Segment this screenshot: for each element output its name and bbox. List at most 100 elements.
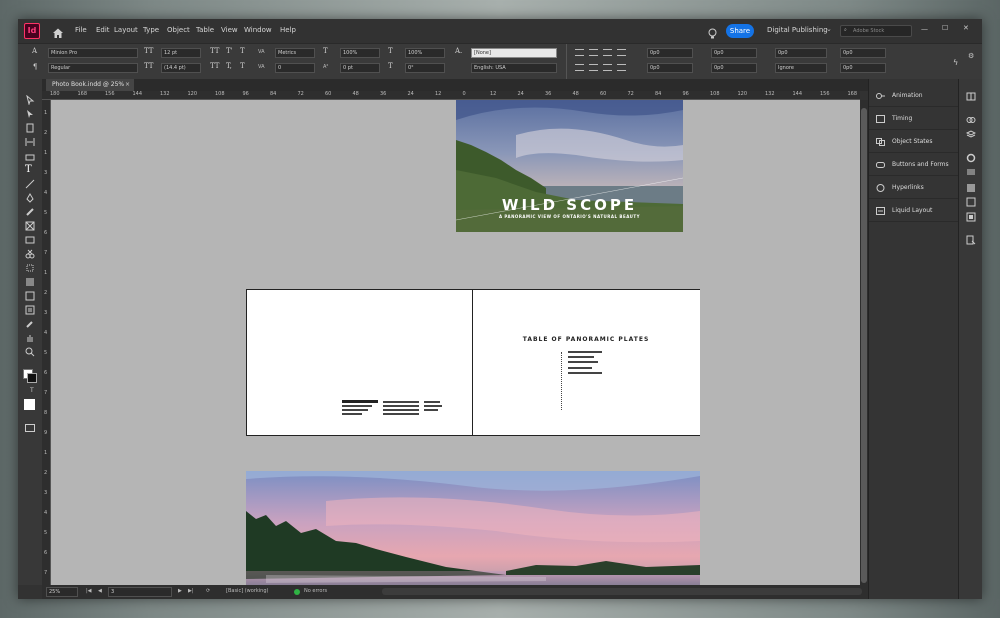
preflight-status[interactable]: No errors xyxy=(304,588,327,594)
page-number-field[interactable]: 3 xyxy=(108,587,172,597)
pen-tool-icon[interactable] xyxy=(25,193,35,203)
menu-edit[interactable]: Edit xyxy=(96,26,110,34)
lightbulb-icon[interactable] xyxy=(708,25,717,39)
align-towards-spine-button[interactable] xyxy=(617,49,626,56)
kerning-field[interactable]: Metrics xyxy=(275,48,315,58)
right-indent-field[interactable]: 0p0 xyxy=(711,48,757,58)
document-tab[interactable]: Photo Book.indd @ 25% × xyxy=(46,79,134,91)
apply-color-swatch[interactable] xyxy=(24,399,35,410)
gradient-icon[interactable] xyxy=(966,183,976,193)
selection-tool-icon[interactable] xyxy=(25,95,35,105)
first-page-button[interactable]: |◀ xyxy=(86,588,92,594)
workspace-switcher[interactable]: Digital Publishing xyxy=(767,26,828,34)
subscript-button[interactable]: T, xyxy=(226,62,232,70)
layers-icon[interactable] xyxy=(966,129,976,139)
rectangle-tool-icon[interactable] xyxy=(25,235,35,245)
stroke-swatch[interactable] xyxy=(27,373,37,383)
maximize-button[interactable]: ☐ xyxy=(942,24,948,32)
vertical-scale-field[interactable]: 100% xyxy=(340,48,380,58)
hand-tool-icon[interactable] xyxy=(25,333,35,343)
tracking-field[interactable]: 0 xyxy=(275,63,315,73)
menu-table[interactable]: Table xyxy=(196,26,214,34)
align-center-button[interactable] xyxy=(589,49,598,56)
chevron-down-icon[interactable]: ⌄ xyxy=(826,25,832,33)
font-family-select[interactable]: Minion Pro xyxy=(48,48,138,58)
close-tab-icon[interactable]: × xyxy=(125,79,130,91)
align-right-button[interactable] xyxy=(603,49,612,56)
rectangle-frame-tool-icon[interactable] xyxy=(25,221,35,231)
pasteboard[interactable]: WILD SCOPE A PANORAMIC VIEW OF ONTARIO'S… xyxy=(51,100,860,585)
free-transform-tool-icon[interactable] xyxy=(25,263,35,273)
menu-window[interactable]: Window xyxy=(244,26,272,34)
panel-buttons-and-forms[interactable]: Buttons and Forms xyxy=(869,154,959,176)
skew-field[interactable]: 0° xyxy=(405,63,445,73)
minimize-button[interactable]: — xyxy=(921,25,928,33)
language-select[interactable]: English: USA xyxy=(471,63,557,73)
justify-center-button[interactable] xyxy=(589,64,598,71)
page-tool-icon[interactable] xyxy=(25,123,35,133)
home-icon[interactable] xyxy=(52,24,64,38)
font-size-field[interactable]: 12 pt xyxy=(161,48,201,58)
line-tool-icon[interactable] xyxy=(25,179,35,189)
menu-file[interactable]: File xyxy=(75,26,87,34)
last-page-button[interactable]: ▶| xyxy=(188,588,194,594)
previous-page-button[interactable]: ◀ xyxy=(98,588,102,594)
drop-cap-lines-field[interactable]: 0p0 xyxy=(840,48,886,58)
vertical-scrollbar[interactable] xyxy=(860,100,868,585)
hyphenation-select[interactable]: Ignore xyxy=(775,63,827,73)
cover-page[interactable]: WILD SCOPE A PANORAMIC VIEW OF ONTARIO'S… xyxy=(456,100,683,232)
font-style-select[interactable]: Regular xyxy=(48,63,138,73)
menu-layout[interactable]: Layout xyxy=(114,26,138,34)
justify-left-button[interactable] xyxy=(575,64,584,71)
preflight-profile[interactable]: [Basic] (working) xyxy=(226,588,268,594)
screen-mode-icon[interactable] xyxy=(25,424,35,432)
left-indent-field[interactable]: 0p0 xyxy=(647,48,693,58)
pages-icon[interactable] xyxy=(966,91,976,101)
menu-type[interactable]: Type xyxy=(143,26,159,34)
strikethrough-button[interactable]: T xyxy=(240,62,245,70)
vertical-scroll-thumb[interactable] xyxy=(861,108,867,583)
share-button[interactable]: Share xyxy=(726,24,754,38)
justify-right-button[interactable] xyxy=(603,64,612,71)
horizontal-ruler[interactable]: 180 168 156 144 132 120 108 96 84 72 60 48 36 24 12 0 12… xyxy=(42,91,860,100)
menu-view[interactable]: View xyxy=(221,26,238,34)
vertical-ruler[interactable]: 1 2 1 3 4 5 6 7 1 2 3 4 5 6 7 8 9 1 2 3 4 5 6 7 xyxy=(42,100,51,585)
panel-hyperlinks[interactable]: Hyperlinks xyxy=(869,177,959,199)
horizontal-scrollbar[interactable] xyxy=(382,588,862,595)
close-window-button[interactable]: ✕ xyxy=(963,24,969,32)
align-left-button[interactable] xyxy=(575,49,584,56)
first-line-indent-field[interactable]: 0p0 xyxy=(647,63,693,73)
paragraph-styles-icon[interactable] xyxy=(966,235,976,245)
note-tool-icon[interactable] xyxy=(25,305,35,315)
underline-button[interactable]: T xyxy=(240,47,245,55)
paragraph-mode-button[interactable]: ¶ xyxy=(33,63,37,71)
panel-object-states[interactable]: Object States xyxy=(869,131,959,153)
drop-cap-chars-field[interactable]: 0p0 xyxy=(840,63,886,73)
pencil-tool-icon[interactable] xyxy=(25,207,35,217)
all-caps-button[interactable]: TT xyxy=(210,47,219,55)
type-tool-icon[interactable]: T xyxy=(25,164,35,175)
space-before-field[interactable]: 0p0 xyxy=(775,48,827,58)
right-page[interactable]: TABLE OF PANORAMIC PLATES xyxy=(472,289,700,436)
gradient-tool-icon[interactable] xyxy=(25,277,35,287)
stroke-icon[interactable] xyxy=(966,153,976,163)
panel-liquid-layout[interactable]: Liquid Layout xyxy=(869,200,959,222)
panel-animation[interactable]: Animation xyxy=(869,85,959,107)
justify-all-button[interactable] xyxy=(617,64,626,71)
menu-object[interactable]: Object xyxy=(167,26,190,34)
left-page[interactable] xyxy=(246,289,473,436)
zoom-tool-icon[interactable] xyxy=(25,347,35,357)
stock-search-field[interactable]: ⌕ Adobe Stock xyxy=(840,25,912,37)
small-caps-button[interactable]: TT xyxy=(210,62,219,70)
swatches-icon[interactable] xyxy=(966,167,976,177)
links-icon[interactable] xyxy=(966,115,976,125)
zoom-level-field[interactable]: 25% xyxy=(46,587,78,597)
next-page-button[interactable]: ▶ xyxy=(178,588,182,594)
baseline-shift-field[interactable]: 0 pt xyxy=(340,63,380,73)
gear-icon[interactable]: ⚙ xyxy=(968,52,974,60)
menu-help[interactable]: Help xyxy=(280,26,296,34)
panorama-page[interactable] xyxy=(246,471,700,585)
superscript-button[interactable]: T' xyxy=(226,47,233,55)
character-mode-button[interactable]: A xyxy=(32,47,37,55)
eyedropper-tool-icon[interactable] xyxy=(25,319,35,329)
